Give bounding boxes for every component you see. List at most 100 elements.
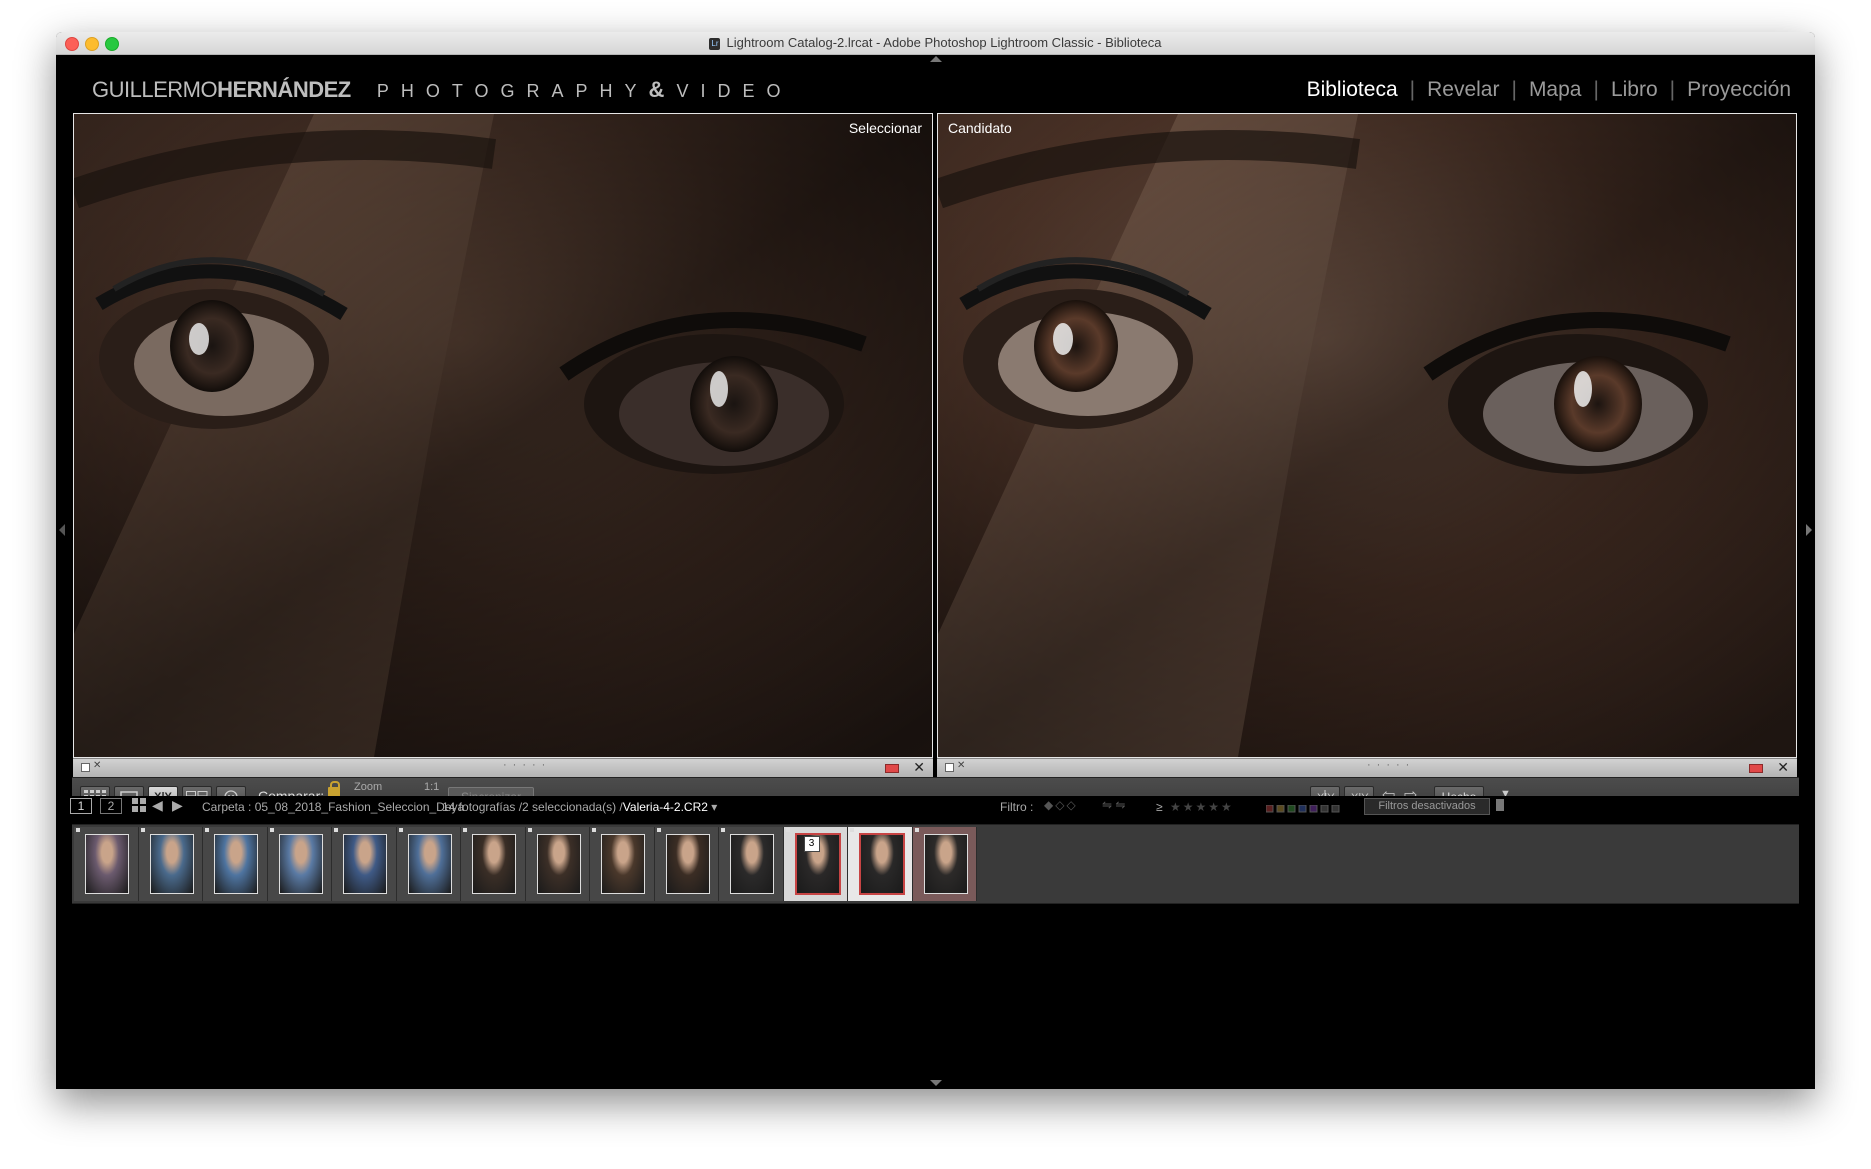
secondary-window-button[interactable]: 2 <box>100 798 122 814</box>
filter-lock-icon[interactable] <box>1496 799 1504 811</box>
zoom-label: Zoom <box>354 781 383 793</box>
thumbnail-marker <box>463 828 467 832</box>
filmstrip-thumbnail[interactable]: 3 <box>783 827 848 901</box>
lightroom-app-icon: Lr <box>709 38 721 50</box>
compare-candidate-panel[interactable]: Candidato <box>937 113 1797 758</box>
collapse-bottom-panel-icon[interactable] <box>930 1080 942 1086</box>
thumbnail-marker <box>398 828 403 832</box>
rating-operator[interactable]: ≥ <box>1156 800 1163 814</box>
filter-label: Filtro : <box>1000 800 1034 814</box>
thumbnail-marker <box>269 828 274 832</box>
filmstrip-thumbnail[interactable] <box>74 827 139 901</box>
lightroom-window: Lr Lightroom Catalog-2.lrcat - Adobe Phot… <box>56 32 1815 1089</box>
filter-preset-select[interactable]: Filtros desactivados <box>1364 798 1490 815</box>
identity-tagline-video: VIDEO <box>676 81 793 101</box>
current-file-name[interactable]: Valeria-4-2.CR2 <box>623 800 708 814</box>
filmstrip-thumbnail[interactable] <box>138 827 203 901</box>
module-separator: | <box>1593 78 1599 101</box>
window-title-text: Lightroom Catalog-2.lrcat - Adobe Photos… <box>726 35 1162 50</box>
thumbnail-marker <box>850 828 854 832</box>
filmstrip-thumbnail[interactable] <box>461 827 526 901</box>
thumbnail-image <box>149 834 194 894</box>
collapse-right-panel-icon[interactable] <box>1806 524 1812 536</box>
flag-icon[interactable] <box>81 763 90 772</box>
thumbnail-marker <box>527 828 532 832</box>
thumbnail-marker <box>914 828 919 832</box>
identity-tagline-photography: PHOTOGRAPHY <box>376 81 649 101</box>
thumbnail-image <box>343 834 387 894</box>
thumbnail-image <box>278 834 323 894</box>
thumbnail-image <box>536 834 581 894</box>
thumbnail-image <box>665 834 710 894</box>
photo-count-text: 14 fotografías /2 seleccionada(s) / <box>442 800 623 814</box>
collapse-top-panel-icon[interactable] <box>930 56 942 62</box>
thumbnail-image <box>730 834 774 894</box>
back-arrow-icon[interactable]: ◀ <box>152 797 163 814</box>
thumbnail-image <box>407 834 452 894</box>
candidate-info-strip: ✕ ····· ✕ <box>937 758 1797 777</box>
grid-small-icon[interactable] <box>132 798 146 815</box>
identity-last-name: HERNÁNDEZ <box>217 77 351 102</box>
zoom-ratio-label: 1:1 <box>424 781 440 793</box>
filmstrip-thumbnail[interactable] <box>332 827 397 901</box>
module-libro[interactable]: Libro <box>1611 78 1658 102</box>
filmstrip-thumbnail[interactable] <box>654 827 719 901</box>
identity-plate: GUILLERMOHERNÁNDEZ PHOTOGRAPHY&VIDEO <box>92 77 792 103</box>
filmstrip-header: 1 2 ◀ ▶ Carpeta : 05_08_2018_Fashion_Sel… <box>56 796 1815 818</box>
module-biblioteca[interactable]: Biblioteca <box>1307 78 1398 102</box>
filmstrip-thumbnail[interactable] <box>267 827 332 901</box>
thumbnail-marker <box>656 828 661 832</box>
rating-dots[interactable]: ····· <box>1367 759 1415 771</box>
thumbnail-marker <box>592 828 596 832</box>
thumbnail-marker <box>334 828 338 832</box>
compare-select-panel[interactable]: Seleccionar <box>73 113 933 758</box>
reject-flag-icon[interactable]: ✕ <box>957 760 965 771</box>
rating-filter-stars[interactable]: ★★★★★ <box>1170 800 1234 814</box>
flag-icon[interactable] <box>945 763 954 772</box>
color-label-filters[interactable] <box>1265 802 1354 816</box>
rating-dots[interactable]: ····· <box>503 759 551 771</box>
filmstrip-thumbnail[interactable] <box>719 827 784 901</box>
select-label: Seleccionar <box>848 120 922 136</box>
filmstrip-thumbnail[interactable] <box>848 827 913 901</box>
filmstrip: 3 <box>72 824 1799 904</box>
thumbnail-marker <box>76 828 80 832</box>
forward-arrow-icon[interactable]: ▶ <box>172 797 183 814</box>
flag-filter-icons[interactable]: ◆◇◇ <box>1044 798 1078 812</box>
identity-first-name: GUILLERMO <box>92 77 218 102</box>
source-path[interactable]: Carpeta : 05_08_2018_Fashion_Seleccion_D… <box>202 800 464 814</box>
thumbnail-image <box>85 834 129 894</box>
thumbnail-marker <box>140 828 145 832</box>
selection-number-badge: 3 <box>803 836 820 852</box>
thumbnail-marker <box>785 828 790 832</box>
edited-filter-icons[interactable]: ⇋ ⇋ <box>1102 798 1125 812</box>
thumbnail-image <box>859 833 905 895</box>
filmstrip-thumbnail[interactable] <box>590 827 655 901</box>
filmstrip-thumbnail[interactable] <box>912 827 977 901</box>
module-separator: | <box>1409 78 1416 101</box>
thumbnail-image <box>601 834 645 894</box>
red-label-icon[interactable] <box>1749 764 1763 773</box>
identity-ampersand: & <box>648 77 677 102</box>
title-bar: Lr Lightroom Catalog-2.lrcat - Adobe Phot… <box>56 32 1815 55</box>
select-info-strip: ✕ ····· ✕ <box>73 758 933 777</box>
thumbnail-image <box>472 834 516 894</box>
filmstrip-thumbnail[interactable] <box>203 827 268 901</box>
module-revelar[interactable]: Revelar <box>1427 78 1499 102</box>
candidate-photo <box>938 114 1796 757</box>
photo-count: 14 fotografías /2 seleccionada(s) /Valer… <box>442 800 718 814</box>
collapse-left-panel-icon[interactable] <box>59 524 65 536</box>
thumbnail-marker <box>721 828 725 832</box>
module-proyeccion[interactable]: Proyección <box>1687 78 1791 102</box>
close-candidate-icon[interactable]: ✕ <box>1777 759 1789 776</box>
reject-flag-icon[interactable]: ✕ <box>93 760 101 771</box>
red-label-icon[interactable] <box>885 764 899 773</box>
close-select-icon[interactable]: ✕ <box>913 759 925 776</box>
module-separator: | <box>1511 78 1517 101</box>
filmstrip-thumbnail[interactable] <box>525 827 590 901</box>
filmstrip-thumbnail[interactable] <box>396 827 461 901</box>
thumbnail-image <box>923 834 968 894</box>
module-mapa[interactable]: Mapa <box>1529 78 1582 102</box>
main-window-button[interactable]: 1 <box>70 798 92 814</box>
candidate-label: Candidato <box>948 120 1012 136</box>
